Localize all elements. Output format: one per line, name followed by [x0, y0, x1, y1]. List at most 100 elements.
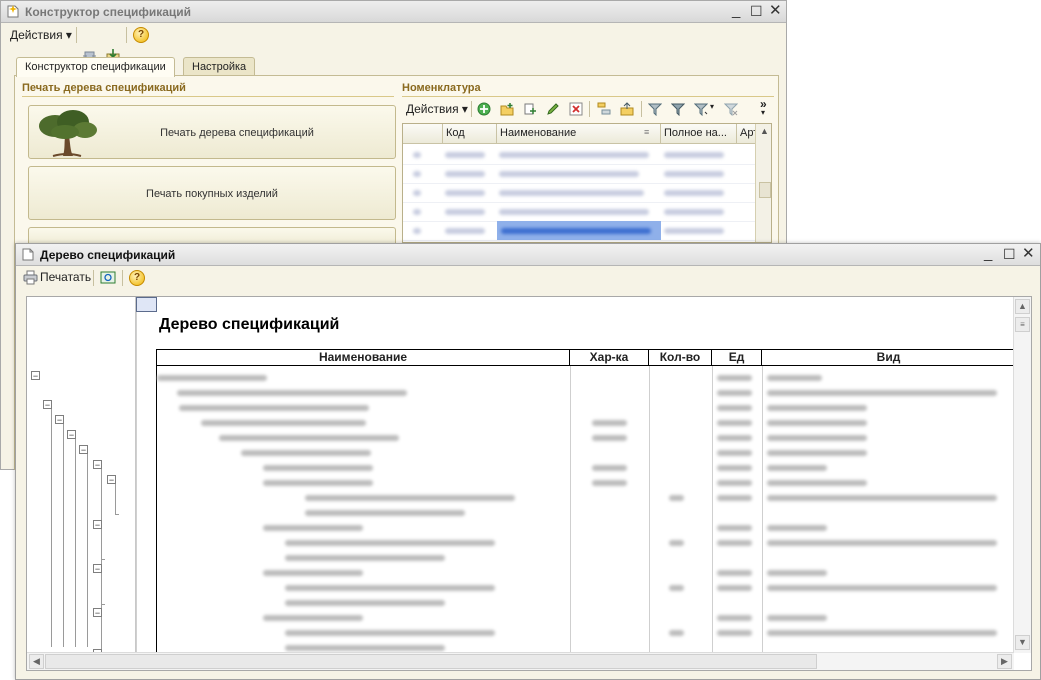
add-group-icon[interactable]: [500, 102, 514, 116]
front-window-title: Дерево спецификаций: [40, 248, 176, 262]
close-button[interactable]: ✕: [1022, 246, 1035, 262]
report-row: [157, 550, 1014, 565]
grid-header-icon-col[interactable]: [403, 124, 443, 144]
vertical-scrollbar[interactable]: ▲ ≡ ▼: [1013, 297, 1031, 653]
add-icon[interactable]: [477, 102, 491, 116]
nomenclature-section-title: Номенклатура: [402, 82, 481, 94]
minimize-button[interactable]: _: [732, 3, 740, 19]
grid-header-name[interactable]: Наименование: [497, 124, 661, 144]
blurred-text: [263, 615, 363, 621]
tree-collapse-node[interactable]: −: [31, 371, 40, 381]
print-specification-tree-button[interactable]: Печать дерева спецификаций: [28, 105, 396, 159]
filter-icon[interactable]: [648, 102, 662, 116]
scroll-thumb[interactable]: ≡: [1015, 317, 1030, 332]
filter-dropdown-arrow[interactable]: ▾: [710, 102, 714, 111]
tree-collapse-node[interactable]: −: [79, 445, 88, 455]
grid-scrollbar[interactable]: ▲: [755, 124, 771, 242]
table-row[interactable]: [403, 145, 755, 165]
tree-collapse-node[interactable]: −: [93, 520, 102, 530]
tree-collapse-node[interactable]: −: [93, 460, 102, 470]
tree-collapse-node[interactable]: −: [43, 400, 52, 410]
help-icon[interactable]: ?: [129, 270, 145, 286]
blurred-text: [717, 495, 752, 501]
print-button[interactable]: Печатать: [40, 270, 91, 284]
tree-collapse-node[interactable]: −: [93, 564, 102, 574]
toolbar-separator: [641, 101, 642, 117]
scroll-up-arrow[interactable]: ▲: [1015, 299, 1030, 314]
tree-line: [101, 559, 105, 560]
report-row: [157, 475, 1014, 490]
grid-header-full-name[interactable]: Полное на...: [661, 124, 737, 144]
hscroll-thumb[interactable]: [45, 654, 817, 669]
table-row[interactable]: [403, 202, 755, 222]
col-header-name: Наименование: [157, 350, 570, 366]
front-window-titlebar[interactable]: Дерево спецификаций _ ☐ ✕: [16, 244, 1040, 266]
scroll-thumb[interactable]: [759, 182, 771, 198]
blurred-text: [717, 405, 752, 411]
blurred-text: [717, 450, 752, 456]
hierarchy-icon[interactable]: [597, 102, 611, 116]
blurred-text: [305, 510, 465, 516]
email-icon[interactable]: [100, 269, 116, 285]
printer-icon[interactable]: [23, 270, 38, 285]
report-area: Дерево спецификаций Наименование Хар-ка …: [136, 297, 1014, 653]
blurred-text: [305, 495, 515, 501]
maximize-button[interactable]: ☐: [750, 3, 763, 19]
table-row[interactable]: [403, 164, 755, 184]
table-row[interactable]: [403, 183, 755, 203]
blurred-text: [592, 480, 627, 486]
scroll-left-arrow[interactable]: ◀: [29, 654, 44, 669]
copy-icon[interactable]: [523, 102, 537, 116]
nomenclature-grid[interactable]: Код Наименование ≡ Полное на... Арт ▲: [402, 123, 772, 243]
back-window-titlebar[interactable]: Конструктор спецификаций _ ☐ ✕: [1, 1, 786, 23]
tab-settings[interactable]: Настройка: [183, 57, 256, 76]
more-actions-arrow[interactable]: ▾: [761, 108, 765, 117]
print-purchased-items-button[interactable]: Печать покупных изделий: [28, 166, 396, 220]
report-row: [157, 490, 1014, 505]
minimize-button[interactable]: _: [984, 246, 992, 262]
blurred-text: [285, 630, 495, 636]
filter-value-icon[interactable]: [671, 102, 685, 116]
close-button[interactable]: ✕: [769, 3, 782, 19]
blurred-text: [592, 435, 627, 441]
horizontal-scrollbar[interactable]: ◀ ▶: [27, 652, 1014, 670]
report-row: [157, 460, 1014, 475]
help-icon[interactable]: ?: [133, 27, 149, 43]
tree-collapse-node[interactable]: −: [55, 415, 64, 425]
blurred-text: [767, 390, 997, 396]
scroll-down-arrow[interactable]: ▼: [1015, 635, 1030, 650]
report-row: [157, 415, 1014, 430]
tree-line: [115, 484, 116, 514]
maximize-button[interactable]: ☐: [1003, 246, 1016, 262]
level-up-icon[interactable]: [620, 102, 634, 116]
delete-icon[interactable]: [569, 102, 583, 116]
actions-menu-button[interactable]: Действия ▾: [10, 26, 72, 44]
grid-header-code[interactable]: Код: [443, 124, 497, 144]
tree-collapse-node[interactable]: −: [107, 475, 116, 485]
scroll-up-arrow[interactable]: ▲: [760, 126, 769, 136]
report-row: [157, 385, 1014, 400]
nomenclature-toolbar: Действия ▾ ▾ » ▾: [402, 97, 774, 120]
blurred-text: [263, 480, 373, 486]
report-row: [157, 595, 1014, 610]
report-document[interactable]: − − − − − − − − − − − Дерево спецификаци…: [26, 296, 1032, 671]
blurred-text: [767, 480, 867, 486]
tree-collapse-node[interactable]: −: [67, 430, 76, 440]
toolbar-separator: [589, 101, 590, 117]
clear-filter-icon[interactable]: [724, 102, 738, 116]
blurred-text: [669, 495, 684, 501]
edit-icon[interactable]: [546, 102, 560, 116]
grouping-tree-panel: − − − − − − − − − − −: [27, 297, 136, 659]
corner-cell[interactable]: [136, 297, 157, 312]
nomenclature-actions-button[interactable]: Действия ▾: [406, 102, 468, 116]
blurred-text: [767, 540, 997, 546]
specification-tree-window: Дерево спецификаций _ ☐ ✕ Печатать ? − −…: [15, 243, 1041, 680]
grid-header-article[interactable]: Арт: [737, 124, 757, 144]
tree-collapse-node[interactable]: −: [93, 608, 102, 618]
tab-specification-constructor[interactable]: Конструктор спецификации: [16, 57, 175, 77]
table-row-selected[interactable]: [403, 221, 755, 241]
filter-history-icon[interactable]: [694, 102, 708, 116]
report-row: [157, 430, 1014, 445]
col-header-kind: Вид: [762, 350, 1014, 366]
scroll-right-arrow[interactable]: ▶: [997, 654, 1012, 669]
